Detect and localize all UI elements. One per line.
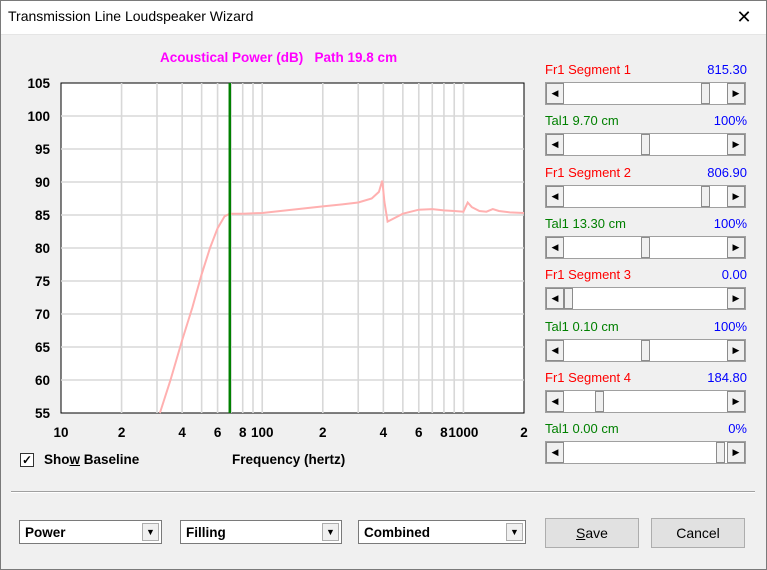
tal-scrollbar[interactable]: ◀ ▶ <box>545 133 746 156</box>
tal-value: 100% <box>713 113 747 128</box>
x-tick-label: 6 <box>214 425 222 440</box>
mode-dropdown[interactable]: Power ▼ <box>19 520 162 544</box>
x-tick-label: 100 <box>251 425 274 440</box>
checkmark-icon: ✓ <box>21 452 33 467</box>
scroll-right-icon[interactable]: ▶ <box>727 340 745 361</box>
scroll-left-icon[interactable]: ◀ <box>546 391 564 412</box>
combined-dropdown[interactable]: Combined ▼ <box>358 520 526 544</box>
separator <box>11 491 755 493</box>
scroll-right-icon[interactable]: ▶ <box>727 391 745 412</box>
y-tick-label: 80 <box>35 241 50 256</box>
scroll-thumb[interactable] <box>641 237 650 258</box>
title-bar: Transmission Line Loudspeaker Wizard ✕ <box>0 0 767 35</box>
x-tick-label: 8 <box>239 425 247 440</box>
scroll-right-icon[interactable]: ▶ <box>727 134 745 155</box>
x-tick-label: 6 <box>415 425 423 440</box>
x-tick-label: 2 <box>118 425 126 440</box>
tal-label: Tal1 0.10 cm <box>545 319 619 334</box>
chevron-down-icon[interactable]: ▼ <box>506 523 523 541</box>
y-tick-label: 55 <box>35 406 51 421</box>
tal-label: Tal1 0.00 cm <box>545 421 619 436</box>
y-tick-label: 75 <box>35 274 51 289</box>
scroll-thumb[interactable] <box>564 288 573 309</box>
segment-value: 0.00 <box>721 267 747 282</box>
y-tick-label: 100 <box>27 109 50 124</box>
segment-label: Fr1 Segment 4 <box>545 370 631 385</box>
segment-label: Fr1 Segment 3 <box>545 267 631 282</box>
segment-label: Fr1 Segment 2 <box>545 165 631 180</box>
y-tick-label: 65 <box>35 340 51 355</box>
show-baseline-label: Show Baseline <box>44 452 140 467</box>
y-axis-ticks: 105 100 95 90 85 80 75 70 65 60 55 <box>27 76 50 421</box>
filling-dropdown-value: Filling <box>186 525 226 540</box>
x-tick-label: 2 <box>319 425 327 440</box>
scroll-right-icon[interactable]: ▶ <box>727 442 745 463</box>
y-tick-label: 85 <box>35 208 51 223</box>
tal-value: 100% <box>713 216 747 231</box>
chevron-down-icon[interactable]: ▼ <box>142 523 159 541</box>
frequency-response-chart: 105100959085807570656055 10 2 4 6 8 100 2 4 6 8 10… <box>27 76 527 440</box>
scroll-thumb[interactable] <box>716 442 725 463</box>
segment-value: 806.90 <box>707 165 747 180</box>
tal-label: Tal1 13.30 cm <box>545 216 626 231</box>
scroll-thumb[interactable] <box>701 186 710 207</box>
segment-label: Fr1 Segment 1 <box>545 62 631 77</box>
segment-scrollbar[interactable]: ◀ ▶ <box>545 287 746 310</box>
combined-dropdown-value: Combined <box>364 525 430 540</box>
scroll-left-icon[interactable]: ◀ <box>546 134 564 155</box>
close-icon[interactable]: ✕ <box>721 0 767 34</box>
scroll-left-icon[interactable]: ◀ <box>546 442 564 463</box>
mode-dropdown-value: Power <box>25 525 66 540</box>
scroll-right-icon[interactable]: ▶ <box>727 288 745 309</box>
save-button[interactable]: Save <box>545 518 639 548</box>
chevron-down-icon[interactable]: ▼ <box>322 523 339 541</box>
scroll-right-icon[interactable]: ▶ <box>727 237 745 258</box>
tal-scrollbar[interactable]: ◀ ▶ <box>545 339 746 362</box>
show-baseline-checkbox[interactable]: ✓ Show Baseline <box>20 452 139 467</box>
segment-scrollbar[interactable]: ◀ ▶ <box>545 185 746 208</box>
scroll-left-icon[interactable]: ◀ <box>546 186 564 207</box>
scroll-right-icon[interactable]: ▶ <box>727 186 745 207</box>
segment-scrollbar[interactable]: ◀ ▶ <box>545 390 746 413</box>
segment-value: 815.30 <box>707 62 747 77</box>
x-axis-label: Frequency (hertz) <box>232 452 346 467</box>
checkbox-box[interactable]: ✓ <box>20 452 34 467</box>
y-tick-label: 95 <box>35 142 51 157</box>
x-tick-label: 10 <box>53 425 68 440</box>
tal-label: Tal1 9.70 cm <box>545 113 619 128</box>
x-axis-ticks: 10 2 4 6 8 100 2 4 6 8 1000 2 <box>53 425 527 440</box>
x-tick-label: 4 <box>178 425 186 440</box>
y-tick-label: 70 <box>35 307 50 322</box>
x-tick-label: 2 <box>520 425 528 440</box>
tal-scrollbar[interactable]: ◀ ▶ <box>545 236 746 259</box>
y-tick-label: 105 <box>27 76 50 91</box>
scroll-left-icon[interactable]: ◀ <box>546 237 564 258</box>
x-tick-label: 8 <box>440 425 448 440</box>
tal-scrollbar[interactable]: ◀ ▶ <box>545 441 746 464</box>
scroll-thumb[interactable] <box>641 134 650 155</box>
x-tick-label: 1000 <box>448 425 478 440</box>
scroll-left-icon[interactable]: ◀ <box>546 340 564 361</box>
segment-scrollbar[interactable]: ◀ ▶ <box>545 82 746 105</box>
scroll-right-icon[interactable]: ▶ <box>727 83 745 104</box>
scroll-left-icon[interactable]: ◀ <box>546 288 564 309</box>
cancel-button[interactable]: Cancel <box>651 518 745 548</box>
tal-value: 0% <box>728 421 747 436</box>
y-tick-label: 60 <box>35 373 50 388</box>
chart-title: Acoustical Power (dB) Path 19.8 cm <box>160 50 398 65</box>
scroll-thumb[interactable] <box>641 340 650 361</box>
x-tick-label: 4 <box>380 425 388 440</box>
scroll-left-icon[interactable]: ◀ <box>546 83 564 104</box>
scroll-thumb[interactable] <box>701 83 710 104</box>
segment-value: 184.80 <box>707 370 747 385</box>
y-tick-label: 90 <box>35 175 50 190</box>
scroll-thumb[interactable] <box>595 391 604 412</box>
filling-dropdown[interactable]: Filling ▼ <box>180 520 342 544</box>
window-title: Transmission Line Loudspeaker Wizard <box>8 8 254 24</box>
tal-value: 100% <box>713 319 747 334</box>
